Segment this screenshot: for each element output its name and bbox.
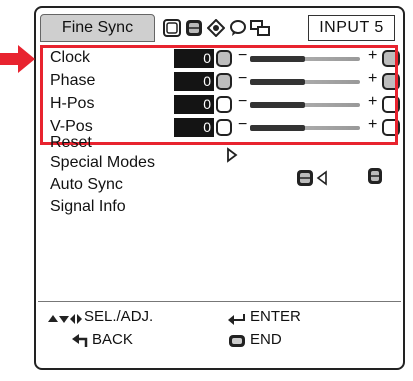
minus-sign: − (238, 93, 248, 110)
adjust-row-h-pos[interactable]: H-Pos 0 − + (50, 93, 400, 116)
auto-sync-on-icon (296, 169, 330, 192)
adjust-row-clock[interactable]: Clock 0 − + (50, 47, 400, 70)
slider-min-icon (216, 50, 232, 67)
enter-hint: ENTER (250, 308, 301, 325)
clock-label: Clock (50, 49, 91, 66)
enter-icon (228, 312, 246, 330)
h-pos-slider-fill (250, 102, 305, 108)
pointer-arrow-icon (0, 44, 36, 74)
fine-sync-tab-icon[interactable] (184, 18, 204, 38)
phase-slider-fill (250, 79, 305, 85)
v-pos-slider[interactable] (250, 125, 360, 131)
back-icon (72, 334, 88, 353)
input-source-indicator: INPUT 5 (308, 15, 395, 41)
osd-menu-panel: Fine Sync INPUT 5 Clock 0 − + Phase 0 − (34, 6, 405, 370)
h-pos-value: 0 (174, 95, 214, 114)
sel-adj-hint: SEL./ADJ. (84, 308, 154, 325)
menu-item-auto-sync[interactable]: Auto Sync (50, 176, 123, 194)
clock-slider-fill (250, 56, 305, 62)
clock-value: 0 (174, 49, 214, 68)
minus-sign: − (238, 116, 248, 133)
adjust-row-v-pos[interactable]: V-Pos 0 − + (50, 116, 400, 139)
plus-sign: + (368, 70, 378, 87)
end-icon (228, 334, 246, 353)
h-pos-label: H-Pos (50, 95, 95, 112)
options-tab-icon[interactable] (228, 18, 248, 38)
h-pos-slider[interactable] (250, 102, 360, 108)
menu-item-reset[interactable]: Reset (50, 134, 92, 152)
tab-fine-sync[interactable]: Fine Sync (40, 14, 155, 42)
back-hint: BACK (92, 331, 133, 348)
picture-tab-icon[interactable] (162, 18, 182, 38)
network-tab-icon[interactable] (250, 18, 270, 38)
slider-min-icon (216, 96, 232, 113)
slider-max-icon (382, 73, 400, 90)
adjust-row-phase[interactable]: Phase 0 − + (50, 70, 400, 93)
auto-sync-off-icon (367, 167, 383, 190)
minus-sign: − (238, 47, 248, 64)
phase-value: 0 (174, 72, 214, 91)
setup-tab-icon[interactable] (206, 18, 226, 38)
slider-min-icon (216, 119, 232, 136)
v-pos-value: 0 (174, 118, 214, 137)
slider-max-icon (382, 50, 400, 67)
phase-slider[interactable] (250, 79, 360, 85)
submenu-arrow-icon (226, 147, 238, 168)
slider-min-icon (216, 73, 232, 90)
plus-sign: + (368, 47, 378, 64)
nav-arrows-icon (48, 312, 82, 330)
minus-sign: − (238, 70, 248, 87)
clock-slider[interactable] (250, 56, 360, 62)
plus-sign: + (368, 116, 378, 133)
slider-max-icon (382, 96, 400, 113)
plus-sign: + (368, 93, 378, 110)
menu-item-special-modes[interactable]: Special Modes (50, 154, 155, 172)
menu-tab-bar: Fine Sync INPUT 5 (38, 10, 401, 44)
v-pos-slider-fill (250, 125, 305, 131)
footer-divider (38, 301, 401, 302)
end-hint: END (250, 331, 282, 348)
slider-max-icon (382, 119, 400, 136)
menu-item-signal-info[interactable]: Signal Info (50, 198, 126, 216)
phase-label: Phase (50, 72, 96, 89)
